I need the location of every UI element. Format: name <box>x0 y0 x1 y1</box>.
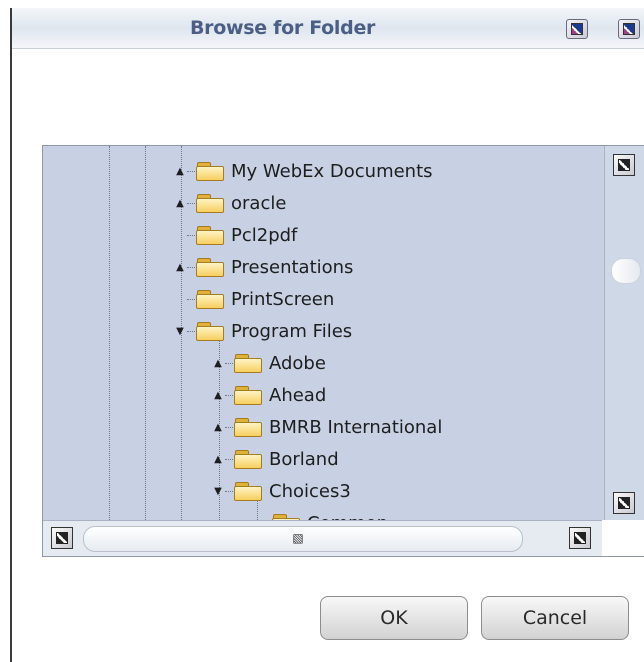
vertical-scroll-thumb[interactable] <box>611 258 641 284</box>
browse-for-folder-dialog: Browse for Folder ▲ My WebEx Documents ▲ or… <box>10 8 644 662</box>
tree-connector-line <box>225 426 233 428</box>
tree-item[interactable]: ▼ Choices3 <box>211 478 351 504</box>
tree-item[interactable]: ▲ BMRB International <box>211 414 442 440</box>
folder-icon <box>233 448 263 470</box>
horizontal-scrollbar[interactable]: ▧ <box>43 520 604 556</box>
tree-connector <box>173 228 187 242</box>
folder-tree[interactable]: ▲ My WebEx Documents ▲ oracle Pcl2pdf ▲ Presen… <box>42 145 644 557</box>
close-icon <box>623 23 635 35</box>
tree-item[interactable]: Pcl2pdf <box>173 222 297 248</box>
tree-connector-line <box>225 362 233 364</box>
tree-connector-line <box>187 234 195 236</box>
close-button[interactable] <box>618 19 640 39</box>
tree-connector-line <box>187 266 195 268</box>
tree-connector-line <box>225 458 233 460</box>
tree-item-label: Pcl2pdf <box>231 224 298 246</box>
tree-item[interactable]: ▲ oracle <box>173 190 286 216</box>
tree-item-label: PrintScreen <box>231 288 335 310</box>
scroll-grip-icon: ▧ <box>292 531 304 545</box>
collapse-arrow-icon[interactable]: ▼ <box>173 324 187 338</box>
folder-icon <box>195 288 225 310</box>
tree-item-label: Borland <box>269 448 339 470</box>
tree-item[interactable]: ▲ Ahead <box>211 382 326 408</box>
tree-item[interactable]: ▲ Adobe <box>211 350 326 376</box>
tree-item[interactable]: ▲ Borland <box>211 446 339 472</box>
scroll-left-icon <box>56 532 68 544</box>
folder-icon <box>233 384 263 406</box>
title-bar[interactable]: Browse for Folder <box>12 8 644 49</box>
folder-icon <box>195 224 225 246</box>
tree-item-label: Program Files <box>231 320 353 342</box>
vertical-scrollbar[interactable] <box>604 146 644 524</box>
folder-icon <box>195 256 225 278</box>
tree-item-label: Choices3 <box>269 480 351 502</box>
tree-item[interactable]: PrintScreen <box>173 286 334 312</box>
tree-connector-line <box>225 394 233 396</box>
scroll-left-button[interactable] <box>51 527 73 549</box>
tree-item-label: My WebEx Documents <box>231 160 433 182</box>
tree-connector-line <box>187 298 195 300</box>
dialog-title: Browse for Folder <box>190 17 376 39</box>
tree-item-label: BMRB International <box>269 416 443 438</box>
scroll-up-icon <box>618 159 630 171</box>
expand-arrow-icon[interactable]: ▲ <box>211 356 225 370</box>
horizontal-scroll-thumb[interactable]: ▧ <box>83 526 523 552</box>
tree-item[interactable]: ▲ Presentations <box>173 254 353 280</box>
expand-arrow-icon[interactable]: ▲ <box>173 196 187 210</box>
ok-button[interactable]: OK <box>320 596 468 640</box>
tree-item[interactable]: ▲ My WebEx Documents <box>173 158 433 184</box>
tree-connector-line <box>225 490 233 492</box>
folder-icon <box>195 320 225 342</box>
tree-connector-line <box>187 202 195 204</box>
scroll-right-button[interactable] <box>569 527 591 549</box>
tree-connector <box>173 292 187 306</box>
folder-icon <box>233 416 263 438</box>
tree-guide-line <box>109 146 110 520</box>
scroll-down-icon <box>618 497 630 509</box>
scroll-right-icon <box>574 532 586 544</box>
tree-guide-line <box>145 146 146 520</box>
tree-connector-line <box>187 170 195 172</box>
cancel-button[interactable]: Cancel <box>481 596 629 640</box>
expand-arrow-icon[interactable]: ▲ <box>211 420 225 434</box>
minimize-button[interactable] <box>566 19 588 39</box>
folder-icon <box>233 352 263 374</box>
expand-arrow-icon[interactable]: ▲ <box>173 164 187 178</box>
collapse-arrow-icon[interactable]: ▼ <box>211 484 225 498</box>
expand-arrow-icon[interactable]: ▲ <box>211 388 225 402</box>
scroll-down-button[interactable] <box>613 492 635 514</box>
folder-icon <box>195 192 225 214</box>
tree-item[interactable]: ▼ Program Files <box>173 318 352 344</box>
tree-item-label: Presentations <box>231 256 354 278</box>
scrollbar-corner <box>602 520 644 556</box>
tree-item-label: Ahead <box>269 384 327 406</box>
scroll-up-button[interactable] <box>613 154 635 176</box>
folder-icon <box>195 160 225 182</box>
folder-icon <box>233 480 263 502</box>
expand-arrow-icon[interactable]: ▲ <box>173 260 187 274</box>
minimize-icon <box>571 23 583 35</box>
tree-item-label: oracle <box>231 192 287 214</box>
expand-arrow-icon[interactable]: ▲ <box>211 452 225 466</box>
tree-connector-line <box>187 330 195 332</box>
tree-item-label: Adobe <box>269 352 326 374</box>
